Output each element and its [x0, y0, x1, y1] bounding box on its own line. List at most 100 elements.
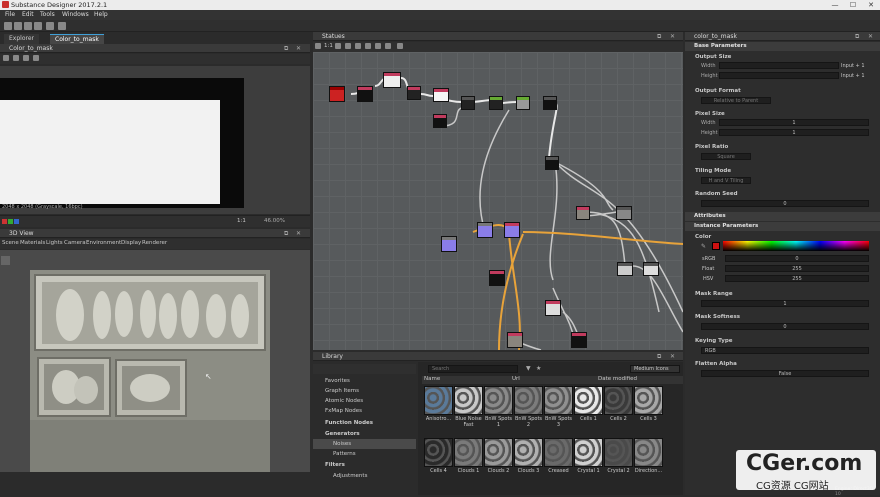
redo-icon[interactable] [58, 22, 66, 30]
tree-adjustments[interactable]: Adjustments [313, 471, 416, 481]
noise-thumbnail[interactable] [484, 438, 513, 467]
graph-node[interactable] [643, 262, 659, 276]
color-mode-srgb[interactable]: sRGB [702, 256, 715, 262]
tiling-mode-select[interactable]: H and V Tiling [701, 177, 751, 184]
link-icon[interactable] [365, 43, 371, 49]
tree-patterns[interactable]: Patterns [313, 449, 416, 459]
output-height-mode[interactable]: Input + 1 [841, 73, 865, 79]
flatten-alpha-select[interactable]: False [701, 370, 869, 377]
tree-favorites[interactable]: Favorites [313, 376, 416, 386]
panel-restore-icon[interactable]: ⧉ [284, 45, 288, 53]
mask-softness-field[interactable]: 0 [701, 323, 869, 330]
panel-restore-icon[interactable]: ⧉ [657, 353, 661, 361]
settings-icon[interactable] [397, 43, 403, 49]
graph-node[interactable] [383, 72, 401, 88]
graph-node[interactable] [617, 262, 633, 276]
menu-file[interactable]: File [5, 11, 15, 18]
pixel-height-field[interactable]: 1 [719, 129, 869, 136]
graph-node[interactable] [489, 270, 505, 286]
graph-node[interactable] [576, 206, 590, 220]
random-seed-field[interactable]: 0 [701, 200, 869, 207]
filter-icon[interactable]: ▼ [526, 365, 531, 372]
output-height-field[interactable] [719, 72, 839, 79]
menu-scene[interactable]: Scene [2, 240, 19, 246]
gizmo-icon[interactable] [1, 256, 10, 265]
color-mode-hsv[interactable]: HSV [703, 276, 713, 282]
panel-close-icon[interactable]: ✕ [670, 33, 675, 40]
panel-close-icon[interactable]: ✕ [868, 33, 873, 40]
noise-thumbnail[interactable] [634, 386, 663, 415]
section-instance-parameters[interactable]: Instance Parameters [685, 222, 880, 231]
pixel-width-field[interactable]: 1 [719, 119, 869, 126]
grid-icon[interactable] [375, 43, 381, 49]
noise-thumbnail[interactable] [514, 438, 543, 467]
panel-restore-icon[interactable]: ⧉ [284, 230, 288, 238]
col-url[interactable]: Url [512, 376, 520, 382]
color-channel-field[interactable]: 255 [725, 265, 869, 272]
tab-explorer[interactable]: Explorer [4, 34, 39, 44]
tree-generators[interactable]: Generators [313, 429, 416, 439]
menu-help[interactable]: Help [94, 11, 108, 18]
graph-zoom[interactable]: 1:1 [324, 43, 333, 49]
tree-graph-items[interactable]: Graph Items [313, 386, 416, 396]
menu-display[interactable]: Display [121, 240, 141, 246]
color-spectrum[interactable] [723, 241, 869, 251]
camera-icon[interactable] [23, 55, 29, 61]
graph-node[interactable] [433, 88, 449, 102]
graph-node[interactable] [543, 96, 557, 110]
zoom-percent[interactable]: 46.00% [264, 218, 285, 224]
tree-fxmap-nodes[interactable]: FxMap Nodes [313, 406, 416, 416]
channel-icon[interactable] [13, 55, 19, 61]
close-button[interactable]: ✕ [862, 0, 880, 10]
graph-node[interactable] [477, 222, 493, 238]
menu-windows[interactable]: Windows [62, 11, 89, 18]
graph-node[interactable] [489, 96, 503, 110]
graph-node[interactable] [357, 86, 373, 102]
view-mode-select[interactable]: Medium Icons [630, 365, 680, 373]
library-search-input[interactable]: Search [428, 365, 518, 373]
noise-thumbnail[interactable] [454, 438, 483, 467]
color-swatch[interactable] [712, 242, 720, 250]
graph-node[interactable] [545, 156, 559, 170]
graph-node-input[interactable] [329, 86, 345, 102]
output-width-field[interactable] [719, 62, 839, 69]
menu-renderer[interactable]: Renderer [142, 240, 167, 246]
noise-thumbnail[interactable] [514, 386, 543, 415]
tree-noises[interactable]: Noises [313, 439, 416, 449]
tree-filters[interactable]: Filters [313, 460, 416, 470]
pixel-ratio-select[interactable]: Square [701, 153, 751, 160]
save-icon[interactable] [24, 22, 32, 30]
tab-color-to-mask[interactable]: Color_to_mask [50, 34, 104, 44]
eyedropper-icon[interactable]: ✎ [701, 243, 706, 250]
channel-blue-icon[interactable] [14, 219, 19, 224]
section-base-parameters[interactable]: Base Parameters [685, 42, 880, 51]
noise-thumbnail[interactable] [484, 386, 513, 415]
menu-camera[interactable]: Camera [64, 240, 86, 246]
tree-function-nodes[interactable]: Function Nodes [313, 418, 416, 428]
graph-node[interactable] [616, 206, 632, 220]
minimize-button[interactable]: — [826, 0, 844, 10]
graph-node[interactable] [571, 332, 587, 348]
col-name[interactable]: Name [424, 376, 440, 382]
noise-thumbnail[interactable] [544, 438, 573, 467]
open-icon[interactable] [14, 22, 22, 30]
color-channel-field[interactable]: 255 [725, 275, 869, 282]
graph-node[interactable] [545, 300, 561, 316]
3d-viewport[interactable]: ↖ [0, 250, 310, 472]
panel-restore-icon[interactable]: ⧉ [657, 33, 661, 41]
menu-lights[interactable]: Lights [46, 240, 63, 246]
color-channel-field[interactable]: 0 [725, 255, 869, 262]
save-all-icon[interactable] [34, 22, 42, 30]
undo-icon[interactable] [46, 22, 54, 30]
noise-thumbnail[interactable] [424, 438, 453, 467]
output-width-mode[interactable]: Input + 1 [841, 63, 865, 69]
noise-thumbnail[interactable] [634, 438, 663, 467]
noise-thumbnail[interactable] [574, 438, 603, 467]
view-icon[interactable] [3, 55, 9, 61]
menu-environment[interactable]: Environment [86, 240, 121, 246]
noise-thumbnail[interactable] [574, 386, 603, 415]
keying-type-select[interactable]: RGB [701, 347, 869, 354]
panel-close-icon[interactable]: ✕ [296, 230, 301, 237]
snap-icon[interactable] [385, 43, 391, 49]
menu-tools[interactable]: Tools [40, 11, 55, 18]
